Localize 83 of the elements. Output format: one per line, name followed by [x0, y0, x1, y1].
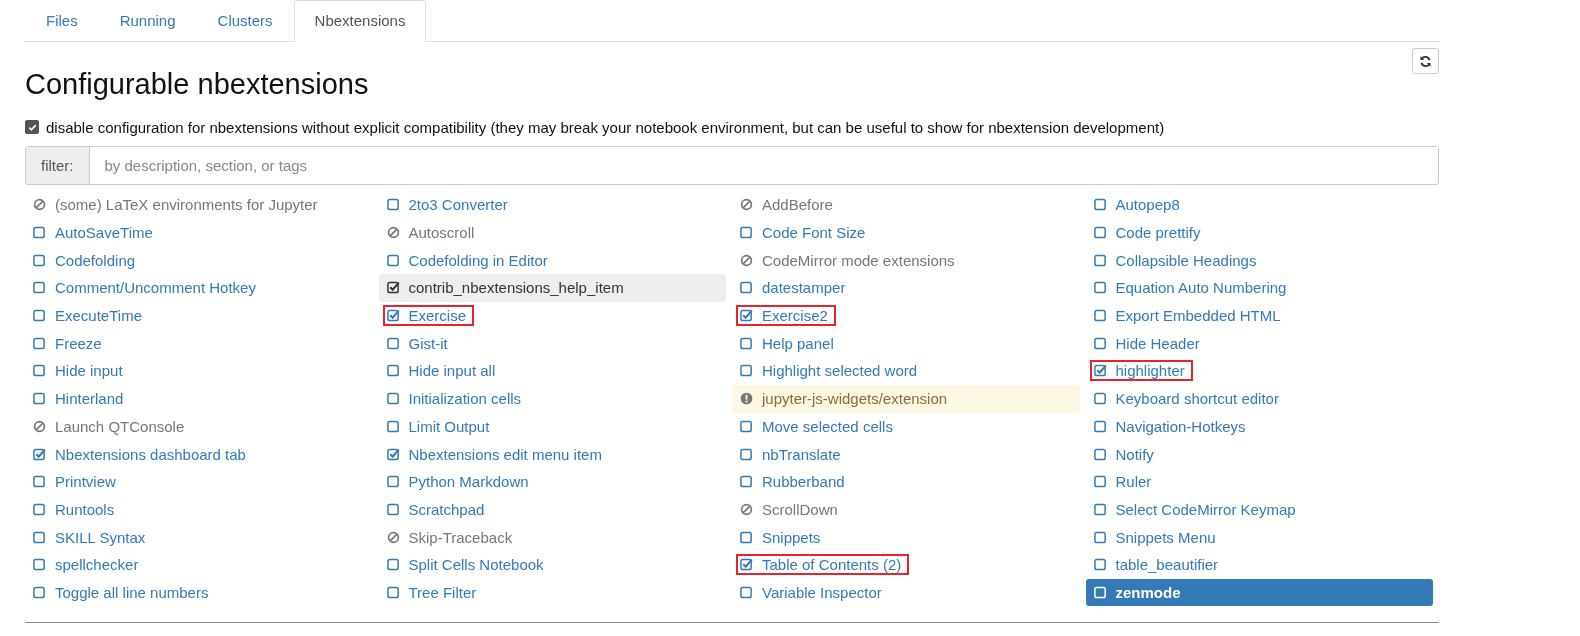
extension-item[interactable]: Table of Contents (2)	[732, 550, 1080, 579]
extension-item[interactable]: Tree Filter	[378, 578, 726, 607]
extension-item[interactable]: jupyter-js-widgets/extension	[732, 384, 1080, 413]
highlight-frame: highlighter	[1089, 360, 1193, 382]
extension-item[interactable]: Comment/Uncomment Hotkey	[25, 274, 373, 302]
extension-item[interactable]: Hide input	[25, 357, 373, 385]
refresh-icon	[1419, 54, 1432, 68]
extension-item[interactable]: Codefolding in Editor	[378, 246, 726, 275]
extension-item[interactable]: 2to3 Converter	[378, 191, 726, 219]
extension-item[interactable]: Split Cells Notebook	[378, 550, 726, 579]
extension-item[interactable]: Runtools	[25, 495, 373, 524]
extension-item[interactable]: Exercise2	[732, 301, 1080, 330]
extension-item[interactable]: Collapsible Headings	[1085, 246, 1433, 275]
extension-item[interactable]: Select CodeMirror Keymap	[1085, 495, 1433, 524]
option-label: disable configuration for nbextensions without explicit compatibility (they may break your notebook environment, but can be useful to show for nbextension development)	[46, 118, 1165, 136]
extension-item[interactable]: Nbextensions dashboard tab	[25, 440, 373, 468]
extension-item[interactable]: SKILL Syntax	[25, 523, 373, 551]
extension-item[interactable]: Snippets	[732, 523, 1080, 551]
extension-item[interactable]: Freeze	[25, 329, 373, 358]
ban-icon	[33, 198, 46, 212]
extension-item[interactable]: Toggle all line numbers	[25, 578, 373, 607]
extension-item[interactable]: Code prettify	[1085, 218, 1433, 247]
extension-item[interactable]: Help panel	[732, 329, 1080, 358]
extension-item[interactable]: Notify	[1085, 440, 1433, 468]
extension-item[interactable]: table_beautifier	[1085, 550, 1433, 579]
extension-item[interactable]: Exercise	[378, 301, 726, 330]
checkbox[interactable]	[25, 120, 39, 134]
extension-item[interactable]: ExecuteTime	[25, 301, 373, 330]
extension-item[interactable]: Equation Auto Numbering	[1085, 274, 1433, 302]
extension-item[interactable]: Skip-Traceback	[378, 523, 726, 551]
extension-item[interactable]: Export Embedded HTML	[1085, 301, 1433, 330]
tab[interactable]: Clusters	[196, 0, 294, 42]
extension-item[interactable]: Codefolding	[25, 246, 373, 275]
extension-item[interactable]: Hide input all	[378, 357, 726, 385]
extension-item[interactable]: Python Markdown	[378, 467, 726, 496]
page-title: Configurable nbextensions	[25, 68, 369, 101]
extension-item[interactable]: Gist-it	[378, 329, 726, 358]
extension-item[interactable]: Autopep8	[1085, 191, 1433, 219]
extension-item[interactable]: Move selected cells	[732, 412, 1080, 441]
extension-item[interactable]: Snippets Menu	[1085, 523, 1433, 551]
extension-item[interactable]: Printview	[25, 467, 373, 496]
extension-item[interactable]: Autoscroll	[378, 218, 726, 247]
extension-item[interactable]: Scratchpad	[378, 495, 726, 524]
filter-field[interactable]: filter: by description, section, or tags	[25, 146, 1439, 185]
extension-item[interactable]: zenmode	[1085, 578, 1433, 607]
extension-item[interactable]: CodeMirror mode extensions	[732, 246, 1080, 275]
tab[interactable]: Running	[98, 0, 197, 42]
filter-label: filter:	[26, 147, 90, 184]
tab[interactable]: Nbextensions	[293, 0, 427, 42]
ban-icon	[386, 530, 400, 544]
extension-item[interactable]: AddBefore	[732, 191, 1080, 219]
highlight-frame: Exercise	[382, 305, 475, 327]
extension-item[interactable]: Keyboard shortcut editor	[1085, 384, 1433, 413]
extension-item[interactable]: ScrollDown	[732, 495, 1080, 524]
extension-item[interactable]: Initialization cells	[378, 384, 726, 413]
warning-icon	[740, 392, 753, 406]
highlight-frame: Table of Contents (2)	[736, 554, 910, 576]
extension-item[interactable]: (some) LaTeX environments for Jupyter	[25, 191, 373, 219]
extension-item[interactable]: Nbextensions edit menu item	[378, 440, 726, 468]
extension-item[interactable]: Navigation-Hotkeys	[1085, 412, 1433, 441]
ban-icon	[740, 502, 753, 516]
extension-item[interactable]: nbTranslate	[732, 440, 1080, 468]
extension-item[interactable]: Highlight selected word	[732, 357, 1080, 385]
ban-icon	[740, 198, 753, 212]
extension-item[interactable]: AutoSaveTime	[25, 218, 373, 247]
extension-item[interactable]: Hide Header	[1085, 329, 1433, 358]
extension-item[interactable]: Ruler	[1085, 467, 1433, 496]
ban-icon	[386, 226, 400, 240]
extension-item[interactable]: Variable Inspector	[732, 578, 1080, 607]
extension-item[interactable]: datestamper	[732, 274, 1080, 302]
ban-icon	[33, 419, 46, 433]
extension-item[interactable]: spellchecker	[25, 550, 373, 579]
extension-item[interactable]: highlighter	[1085, 357, 1433, 385]
refresh-button[interactable]	[1412, 48, 1439, 74]
extension-item[interactable]: Code Font Size	[732, 218, 1080, 247]
highlight-frame: Exercise2	[736, 305, 836, 327]
extension-item[interactable]: contrib_nbextensions_help_item	[378, 274, 726, 302]
extension-item[interactable]: Hinterland	[25, 384, 373, 413]
extension-item[interactable]: Launch QTConsole	[25, 412, 373, 441]
ban-icon	[740, 253, 753, 267]
tab[interactable]: Files	[25, 0, 99, 42]
extension-item[interactable]: Limit Output	[378, 412, 726, 441]
extension-item[interactable]: Rubberband	[732, 467, 1080, 496]
